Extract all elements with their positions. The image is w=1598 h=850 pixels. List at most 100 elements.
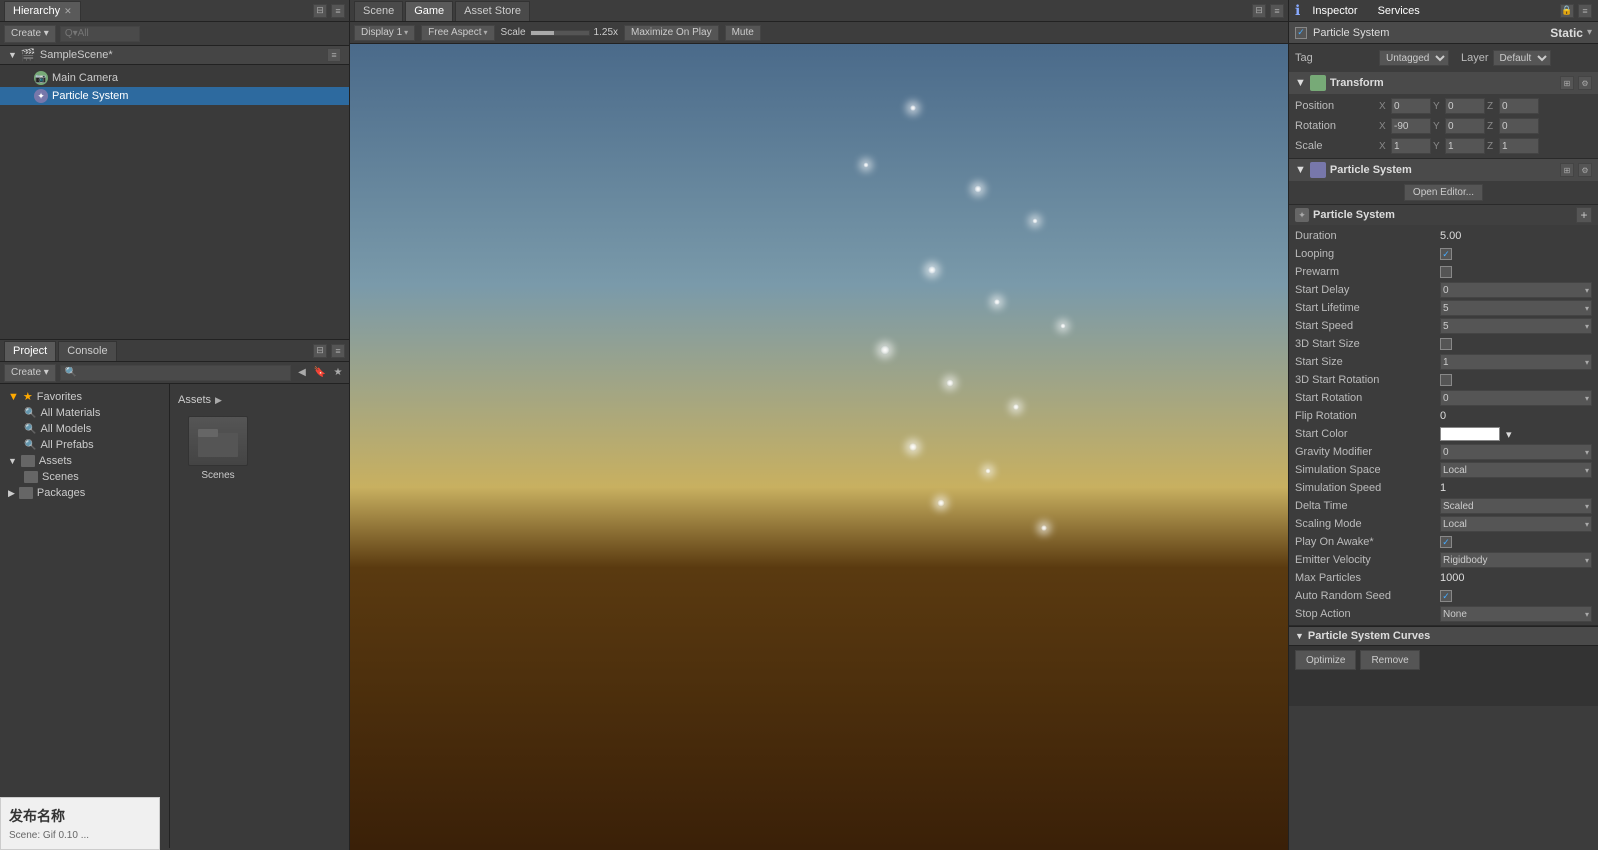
- hierarchy-lock-icon[interactable]: ⊟: [313, 4, 327, 18]
- transform-icon: [1310, 75, 1326, 91]
- mute-btn[interactable]: Mute: [725, 25, 761, 41]
- tab-project[interactable]: Project: [4, 341, 56, 361]
- transform-ref-btn[interactable]: ⊞: [1560, 76, 1574, 90]
- transform-gear-btn[interactable]: ⚙: [1578, 76, 1592, 90]
- layer-select[interactable]: Default: [1493, 50, 1551, 66]
- project-search[interactable]: [60, 365, 291, 381]
- project-star-icon[interactable]: ★: [331, 366, 345, 380]
- ps-sub-section-header[interactable]: ✦ Particle System +: [1289, 205, 1598, 225]
- ps-dropdown-16[interactable]: Local▾: [1440, 516, 1592, 532]
- rot-z-input[interactable]: [1499, 118, 1539, 134]
- tab-services[interactable]: Services: [1370, 3, 1428, 19]
- project-lock-icon[interactable]: ⊟: [313, 344, 327, 358]
- ps-dropdown-text-9: 0: [1443, 393, 1449, 404]
- ps-dropdown-arrow-16: ▾: [1585, 520, 1589, 529]
- hierarchy-menu-icon[interactable]: ≡: [331, 4, 345, 18]
- ps-plus-btn[interactable]: +: [1576, 207, 1592, 223]
- tree-item-camera[interactable]: 📷 Main Camera: [0, 69, 349, 87]
- ps-checkbox-2[interactable]: [1440, 266, 1452, 278]
- pos-x-label: X: [1379, 101, 1389, 112]
- tab-scene[interactable]: Scene: [354, 1, 403, 21]
- asset-tile-scenes[interactable]: Scenes: [178, 416, 258, 481]
- maximize-btn[interactable]: Maximize On Play: [624, 25, 719, 41]
- transform-header[interactable]: ▼ Transform ⊞ ⚙: [1289, 72, 1598, 94]
- tree-item-particle-system[interactable]: ✦ Particle System: [0, 87, 349, 105]
- ps-dropdown-text-12: 0: [1443, 447, 1449, 458]
- ps-dropdown-3[interactable]: 0▾: [1440, 282, 1592, 298]
- ps-dropdown-7[interactable]: 1▾: [1440, 354, 1592, 370]
- static-dropdown-arrow[interactable]: ▾: [1587, 27, 1592, 38]
- display-dropdown[interactable]: Display 1 ▾: [354, 25, 415, 41]
- ps-dropdown-21[interactable]: None▾: [1440, 606, 1592, 622]
- pos-y-input[interactable]: [1445, 98, 1485, 114]
- particle-0: [910, 105, 916, 111]
- camera-label: Main Camera: [52, 72, 118, 84]
- sidebar-item-scenes[interactable]: Scenes: [0, 469, 169, 485]
- ps-color-11[interactable]: [1440, 427, 1500, 441]
- ps-dropdown-13[interactable]: Local▾: [1440, 462, 1592, 478]
- ps-dropdown-18[interactable]: Rigidbody▾: [1440, 552, 1592, 568]
- rot-y-input[interactable]: [1445, 118, 1485, 134]
- scale-x-input[interactable]: [1391, 138, 1431, 154]
- ps-field-row-3: Start Delay0▾: [1289, 281, 1598, 299]
- ps-gear-btn[interactable]: ⚙: [1578, 163, 1592, 177]
- ps-dropdown-15[interactable]: Scaled▾: [1440, 498, 1592, 514]
- ps-color-arrow-11: ▾: [1506, 428, 1512, 441]
- aspect-dropdown[interactable]: Free Aspect ▾: [421, 25, 494, 41]
- remove-btn[interactable]: Remove: [1360, 650, 1419, 670]
- inspector-lock-icon[interactable]: 🔒: [1560, 4, 1574, 18]
- sidebar-item-all-materials[interactable]: 🔍 All Materials: [0, 405, 169, 421]
- project-menu-icon[interactable]: ≡: [331, 344, 345, 358]
- ps-ref-btn[interactable]: ⊞: [1560, 163, 1574, 177]
- scale-y-input[interactable]: [1445, 138, 1485, 154]
- hierarchy-toolbar: Create ▾: [0, 22, 349, 46]
- scene-menu-icon[interactable]: ≡: [327, 48, 341, 62]
- optimize-btn[interactable]: Optimize: [1295, 650, 1356, 670]
- ps-component-header[interactable]: ▼ Particle System ⊞ ⚙: [1289, 159, 1598, 181]
- ps-checkbox-8[interactable]: [1440, 374, 1452, 386]
- ps-checkbox-6[interactable]: [1440, 338, 1452, 350]
- open-editor-btn[interactable]: Open Editor...: [1404, 184, 1483, 201]
- project-create-btn[interactable]: Create ▾: [4, 364, 56, 382]
- ps-field-row-11: Start Color▾: [1289, 425, 1598, 443]
- ps-field-label-8: 3D Start Rotation: [1295, 374, 1440, 386]
- project-nav-icon[interactable]: ◀: [295, 366, 309, 380]
- tab-asset-store[interactable]: Asset Store: [455, 1, 530, 21]
- scale-z-input[interactable]: [1499, 138, 1539, 154]
- scale-slider[interactable]: [530, 30, 590, 36]
- ps-checkbox-20[interactable]: [1440, 590, 1452, 602]
- scene-lock-icon[interactable]: ⊟: [1252, 4, 1266, 18]
- sidebar-item-all-prefabs[interactable]: 🔍 All Prefabs: [0, 437, 169, 453]
- scene-menu-icon2[interactable]: ≡: [1270, 4, 1284, 18]
- sidebar-item-all-models[interactable]: 🔍 All Models: [0, 421, 169, 437]
- all-prefabs-label: All Prefabs: [40, 439, 93, 451]
- sidebar-item-assets[interactable]: ▼ Assets: [0, 453, 169, 469]
- ps-checkbox-1[interactable]: [1440, 248, 1452, 260]
- inspector-menu-icon[interactable]: ≡: [1578, 4, 1592, 18]
- pos-x-input[interactable]: [1391, 98, 1431, 114]
- component-active-checkbox[interactable]: [1295, 27, 1307, 39]
- rot-x-input[interactable]: [1391, 118, 1431, 134]
- hierarchy-tab-close[interactable]: ✕: [64, 6, 72, 17]
- ps-dropdown-5[interactable]: 5▾: [1440, 318, 1592, 334]
- hierarchy-search[interactable]: [60, 26, 140, 42]
- tab-game[interactable]: Game: [405, 1, 453, 21]
- sidebar-item-packages[interactable]: ▶ Packages: [0, 485, 169, 501]
- ps-field-row-4: Start Lifetime5▾: [1289, 299, 1598, 317]
- scale-control: Scale 1.25x: [501, 27, 618, 38]
- curves-header[interactable]: ▼ Particle System Curves: [1289, 627, 1598, 646]
- hierarchy-create-btn[interactable]: Create ▾: [4, 25, 56, 43]
- tab-console[interactable]: Console: [58, 341, 116, 361]
- ps-dropdown-9[interactable]: 0▾: [1440, 390, 1592, 406]
- ps-dropdown-4[interactable]: 5▾: [1440, 300, 1592, 316]
- ps-dropdown-12[interactable]: 0▾: [1440, 444, 1592, 460]
- ps-checkbox-17[interactable]: [1440, 536, 1452, 548]
- ps-field-label-9: Start Rotation: [1295, 392, 1440, 404]
- pos-z-input[interactable]: [1499, 98, 1539, 114]
- project-bookmark-icon[interactable]: 🔖: [313, 366, 327, 380]
- sidebar-item-favorites[interactable]: ▼ ★ Favorites: [0, 388, 169, 405]
- tab-inspector[interactable]: Inspector: [1304, 3, 1365, 19]
- tab-hierarchy[interactable]: Hierarchy ✕: [4, 1, 81, 21]
- ps-field-value-19: 1000: [1440, 572, 1592, 584]
- tag-select[interactable]: Untagged: [1379, 50, 1449, 66]
